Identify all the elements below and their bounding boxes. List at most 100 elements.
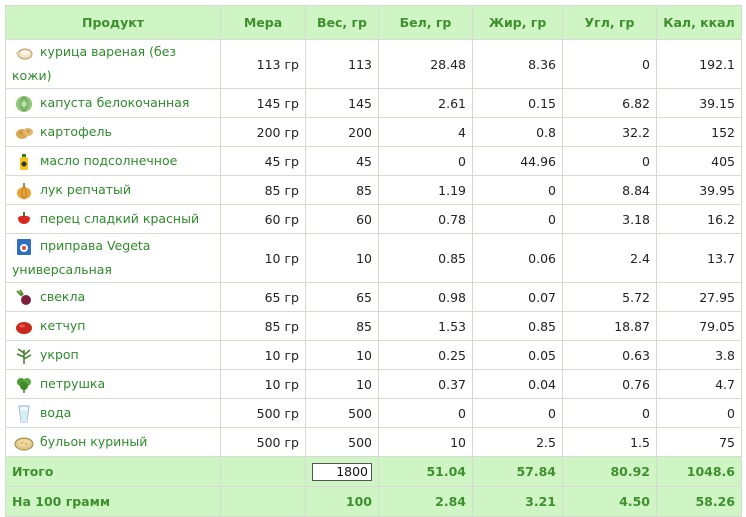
cell-weight: 500: [305, 427, 379, 457]
cell-weight: 10: [305, 340, 379, 370]
water-glass-icon: [14, 405, 34, 423]
product-cell: кетчуп: [5, 311, 221, 341]
cell-carbs: 5.72: [562, 282, 657, 312]
cell-carbs: 2.4: [562, 233, 657, 283]
cell-calories: 152: [656, 117, 742, 147]
table-row: капуста белокочанная 145 гр 145 2.61 0.15 6.8…: [5, 88, 742, 118]
product-link[interactable]: бульон куриный: [40, 434, 147, 449]
table-row: кетчуп 85 гр 85 1.53 0.85 18.87 79.05: [5, 311, 742, 341]
per100-row: На 100 грамм 100 2.84 3.21 4.50 58.26: [5, 486, 742, 517]
product-link[interactable]: лук репчатый: [40, 182, 131, 197]
cell-weight: 10: [305, 369, 379, 399]
cell-protein: 0.78: [378, 204, 473, 234]
cell-measure: 500 гр: [220, 427, 306, 457]
header-row: Продукт Мера Вес, гр Бел, гр Жир, гр Угл…: [5, 5, 742, 40]
col-header-protein: Бел, гр: [378, 5, 473, 40]
cell-calories: 75: [656, 427, 742, 457]
cell-fat: 44.96: [472, 146, 563, 176]
table-row: приправа Vegeta универсальная 10 гр 10 0.85…: [5, 233, 742, 283]
cell-fat: 0: [472, 175, 563, 205]
nutrition-table: Продукт Мера Вес, гр Бел, гр Жир, гр Угл…: [5, 5, 742, 517]
cell-protein: 0.98: [378, 282, 473, 312]
table-row: свекла 65 гр 65 0.98 0.07 5.72 27.95: [5, 282, 742, 312]
cell-carbs: 0: [562, 146, 657, 176]
cell-protein: 0: [378, 398, 473, 428]
product-link[interactable]: кетчуп: [40, 318, 85, 333]
cell-calories: 27.95: [656, 282, 742, 312]
product-link[interactable]: капуста белокочанная: [40, 95, 189, 110]
cell-protein: 0.25: [378, 340, 473, 370]
table-row: картофель 200 гр 200 4 0.8 32.2 152: [5, 117, 742, 147]
cell-weight: 200: [305, 117, 379, 147]
cell-weight: 500: [305, 398, 379, 428]
cell-carbs: 0: [562, 39, 657, 89]
product-link[interactable]: перец сладкий красный: [40, 211, 199, 226]
cell-carbs: 3.18: [562, 204, 657, 234]
cell-fat: 0: [472, 204, 563, 234]
cell-fat: 8.36: [472, 39, 563, 89]
cell-protein: 1.19: [378, 175, 473, 205]
cell-measure: 10 гр: [220, 233, 306, 283]
broth-icon: [14, 434, 34, 452]
cell-carbs: 0.76: [562, 369, 657, 399]
onion-icon: [14, 182, 34, 200]
product-link[interactable]: свекла: [40, 289, 85, 304]
product-cell: бульон куриный: [5, 427, 221, 457]
product-cell: свекла: [5, 282, 221, 312]
col-header-calories: Кал, ккал: [656, 5, 742, 40]
cell-calories: 192.1: [656, 39, 742, 89]
cell-protein: 10: [378, 427, 473, 457]
total-calories: 1048.6: [656, 456, 742, 487]
cell-carbs: 6.82: [562, 88, 657, 118]
chicken-icon: [14, 44, 34, 62]
cell-fat: 0.8: [472, 117, 563, 147]
total-weight-input[interactable]: [312, 462, 372, 481]
product-link[interactable]: курица вареная (без кожи): [12, 44, 176, 83]
cell-calories: 0: [656, 398, 742, 428]
cell-carbs: 0: [562, 398, 657, 428]
cell-weight: 60: [305, 204, 379, 234]
ketchup-icon: [14, 318, 34, 336]
cell-fat: 0: [472, 398, 563, 428]
cell-measure: 85 гр: [220, 311, 306, 341]
per100-protein: 2.84: [378, 486, 473, 517]
cell-measure: 85 гр: [220, 175, 306, 205]
product-cell: капуста белокочанная: [5, 88, 221, 118]
per100-weight: 100: [305, 486, 379, 517]
product-cell: петрушка: [5, 369, 221, 399]
cell-calories: 13.7: [656, 233, 742, 283]
product-cell: курица вареная (без кожи): [5, 39, 221, 89]
cell-measure: 65 гр: [220, 282, 306, 312]
cell-measure: 113 гр: [220, 39, 306, 89]
col-header-weight: Вес, гр: [305, 5, 379, 40]
product-link[interactable]: вода: [40, 405, 71, 420]
cell-carbs: 18.87: [562, 311, 657, 341]
col-header-fat: Жир, гр: [472, 5, 563, 40]
table-row: масло подсолнечное 45 гр 45 0 44.96 0 405: [5, 146, 742, 176]
cell-protein: 0.37: [378, 369, 473, 399]
cell-calories: 39.15: [656, 88, 742, 118]
cell-fat: 0.06: [472, 233, 563, 283]
product-link[interactable]: картофель: [40, 124, 112, 139]
total-label: Итого: [5, 456, 221, 487]
dill-icon: [14, 347, 34, 365]
cell-measure: 200 гр: [220, 117, 306, 147]
product-link[interactable]: петрушка: [40, 376, 105, 391]
per100-carbs: 4.50: [562, 486, 657, 517]
potato-icon: [14, 124, 34, 142]
total-measure-cell: [220, 456, 306, 487]
cell-calories: 4.7: [656, 369, 742, 399]
beet-icon: [14, 288, 34, 307]
table-row: лук репчатый 85 гр 85 1.19 0 8.84 39.95: [5, 175, 742, 205]
cell-protein: 4: [378, 117, 473, 147]
sunflower-oil-icon: [14, 153, 34, 171]
per100-calories: 58.26: [656, 486, 742, 517]
product-link[interactable]: масло подсолнечное: [40, 153, 177, 168]
cabbage-icon: [14, 95, 34, 113]
product-link[interactable]: укроп: [40, 347, 79, 362]
cell-protein: 0.85: [378, 233, 473, 283]
product-cell: картофель: [5, 117, 221, 147]
cell-fat: 0.05: [472, 340, 563, 370]
cell-calories: 16.2: [656, 204, 742, 234]
parsley-icon: [14, 376, 34, 394]
